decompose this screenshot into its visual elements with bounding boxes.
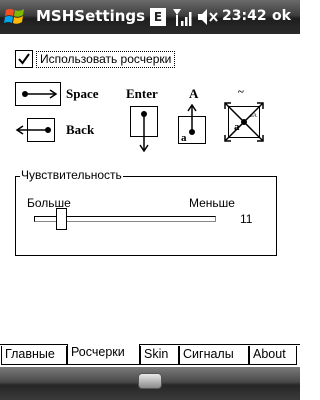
caps-gesture-icon: a aA <box>224 102 264 142</box>
edge-network-icon[interactable]: E <box>150 8 166 26</box>
enter-gesture-icon <box>130 106 158 153</box>
sensitivity-title: Чувствительность <box>20 168 123 182</box>
enter-gesture <box>130 106 158 157</box>
back-gesture-icon <box>15 118 55 142</box>
enter-label: Enter <box>126 86 158 101</box>
use-strokes-label[interactable]: Использовать росчерки <box>36 50 176 68</box>
use-strokes-checkbox-row[interactable]: Использовать росчерки <box>15 50 176 68</box>
use-strokes-checkbox[interactable] <box>15 50 33 68</box>
svg-text:a: a <box>181 132 187 144</box>
back-label: Back <box>66 122 95 137</box>
tab-main[interactable]: Главные <box>1 346 67 365</box>
windows-start-icon[interactable] <box>3 4 29 30</box>
tab-skin[interactable]: Skin <box>140 346 179 365</box>
space-gesture-icon <box>15 82 61 106</box>
clock[interactable]: 23:42 <box>222 8 267 24</box>
tab-signals[interactable]: Сигналы <box>179 346 249 365</box>
volume-muted-icon[interactable] <box>197 8 219 26</box>
tab-about[interactable]: About <box>249 346 297 365</box>
svg-text:a: a <box>234 121 240 133</box>
tab-strokes[interactable]: Росчерки <box>67 344 140 365</box>
caps-mark: ~ <box>238 86 244 98</box>
back-gesture <box>15 118 55 147</box>
title-bar: MSHSettings E 23:42 ok <box>0 0 300 34</box>
sensitivity-slider-thumb[interactable] <box>56 208 67 230</box>
sensitivity-value: 11 <box>240 212 253 226</box>
keyboard-input-button[interactable] <box>138 373 162 389</box>
caps-gesture: a aA <box>222 100 266 149</box>
svg-text:aA: aA <box>250 113 258 119</box>
shift-label: A <box>189 86 199 101</box>
signal-strength-icon[interactable] <box>172 7 194 27</box>
space-gesture <box>15 82 61 111</box>
shift-gesture: a <box>178 103 206 149</box>
space-label: Space <box>66 86 99 101</box>
shift-gesture-icon: a <box>178 103 206 144</box>
ok-button[interactable]: ok <box>272 8 291 24</box>
app-title: MSHSettings <box>36 7 146 25</box>
less-label: Меньше <box>189 196 235 210</box>
checkmark-icon <box>18 53 30 65</box>
